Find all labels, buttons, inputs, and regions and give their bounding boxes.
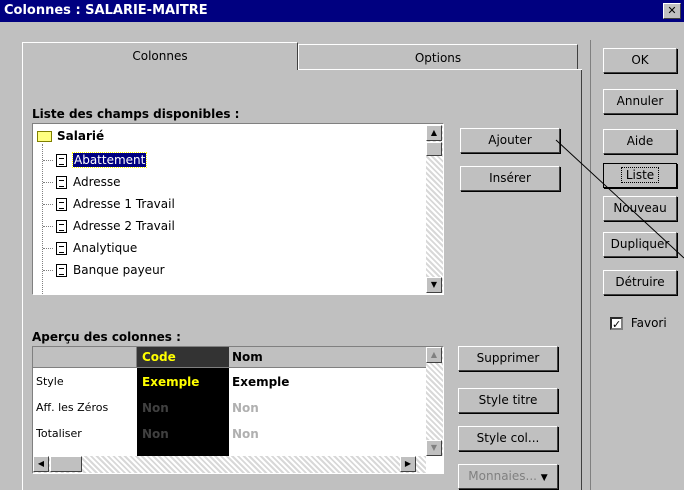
annotation-line <box>555 139 684 259</box>
